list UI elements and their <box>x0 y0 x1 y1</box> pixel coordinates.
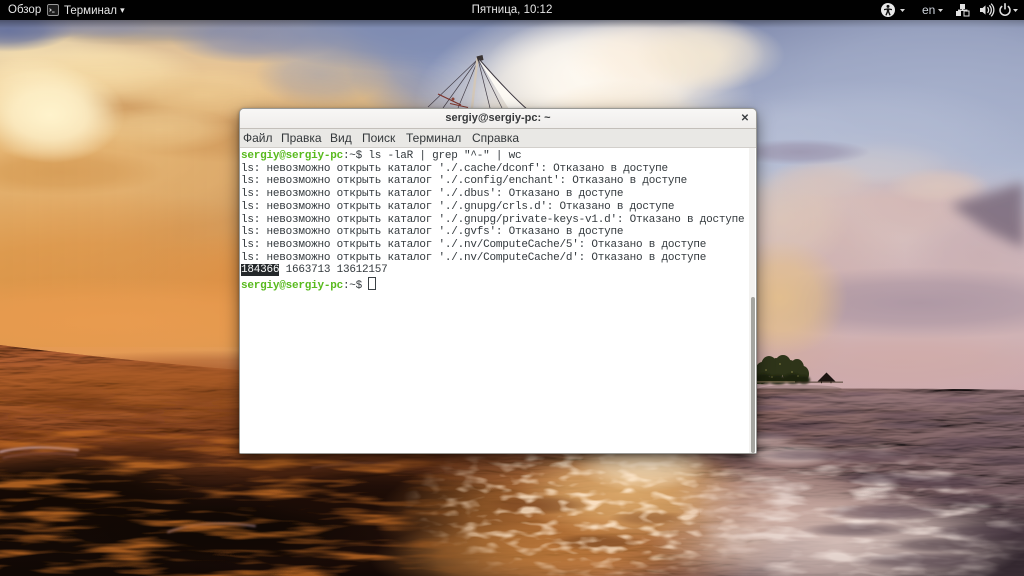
svg-text:en: en <box>922 3 935 17</box>
